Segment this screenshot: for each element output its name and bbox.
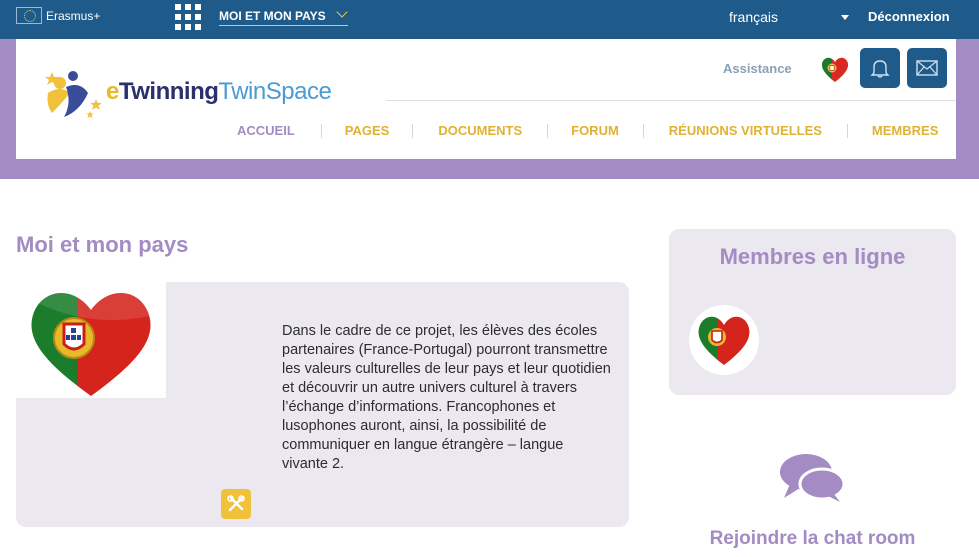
online-members-card: Membres en ligne [669,229,956,395]
erasmus-brand: Erasmus+ [16,7,100,24]
header-card: eTwinningTwinSpace Assistance ACCUEIL PA… [16,39,956,159]
tools-icon [227,495,245,512]
chevron-down-icon [336,6,348,18]
erasmus-label: Erasmus+ [46,8,101,23]
nav-item-pages[interactable]: PAGES [345,123,390,138]
nav-separator [642,123,644,138]
nav-item-reunions-virtuelles[interactable]: RÉUNIONS VIRTUELLES [669,123,822,138]
eu-flag-icon [16,7,42,24]
project-description: Dans le cadre de ce projet, les élèves d… [282,323,611,472]
nav-item-membres[interactable]: MEMBRES [872,123,938,138]
messages-button[interactable] [907,48,947,88]
language-label: français [729,9,779,25]
apps-grid-icon[interactable] [175,4,201,30]
nav-separator [412,123,414,138]
online-members-title: Membres en ligne [719,244,906,269]
portugal-heart-icon[interactable] [817,51,853,87]
nav-separator [320,123,322,138]
bell-icon [870,60,890,78]
caret-down-icon [841,15,849,20]
page-title: Moi et mon pays [16,232,189,257]
etwinning-logo-text: eTwinningTwinSpace [106,78,332,106]
logo-twinning: Twinning [118,78,219,105]
etwinning-logo-icon [40,63,110,121]
section-dropdown-label: MOI ET MON PAYS [219,9,326,23]
top-bar: Erasmus+ MOI ET MON PAYS français Déconn… [0,0,979,39]
logo-twinspace: TwinSpace [218,78,332,105]
nav-item-accueil[interactable]: ACCUEIL [237,123,295,138]
section-dropdown[interactable]: MOI ET MON PAYS [219,6,348,26]
main-nav: ACCUEIL PAGES DOCUMENTS FORUM RÉUNIONS V… [237,123,938,138]
nav-item-documents[interactable]: DOCUMENTS [438,123,522,138]
edit-tools-button[interactable] [221,489,251,519]
portugal-heart-image [16,282,166,398]
member-avatar[interactable] [689,305,759,375]
nav-separator [846,123,848,138]
language-select[interactable]: français [729,9,849,25]
mail-icon [916,60,938,76]
nav-separator [547,123,549,138]
assistance-link[interactable]: Assistance [723,61,792,76]
header-divider [386,100,956,101]
logout-link[interactable]: Déconnexion [868,9,950,24]
nav-item-forum[interactable]: FORUM [571,123,619,138]
join-chat-room-link[interactable]: Rejoindre la chat room [669,528,956,550]
etwinning-logo[interactable]: eTwinningTwinSpace [40,63,332,121]
notifications-button[interactable] [860,48,900,88]
portugal-heart-icon [698,316,750,365]
chat-bubbles-icon[interactable] [778,452,846,509]
